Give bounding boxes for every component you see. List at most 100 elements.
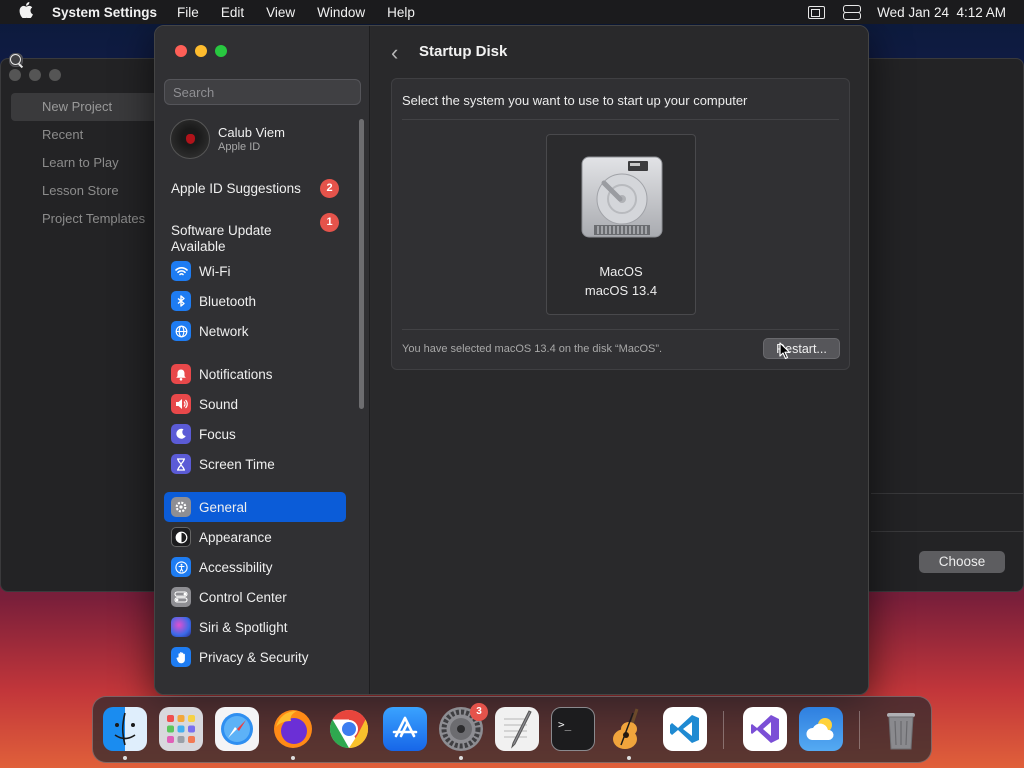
dock-weather-icon[interactable] [799,707,843,751]
dock-garageband-icon[interactable] [607,707,651,751]
apple-menu-icon[interactable] [12,1,40,23]
divider [402,329,839,330]
sidebar-item-appearance[interactable]: Appearance [164,522,346,552]
sidebar-item-label: Screen Time [199,456,275,472]
sidebar-item-software-update[interactable]: Software Update Available [171,207,272,255]
sidebar-scrollbar[interactable] [359,119,364,409]
hourglass-icon [171,454,191,474]
hard-drive-icon [581,156,663,238]
moon-icon [171,424,191,444]
app-name-menu[interactable]: System Settings [52,5,157,20]
appearance-icon [171,527,191,547]
sidebar-item-general[interactable]: General [164,492,346,522]
restart-button[interactable]: Restart... [763,338,840,359]
sidebar-item-label: Accessibility [199,559,273,575]
menu-window[interactable]: Window [317,5,365,20]
sidebar-item-label: Sound [199,396,239,412]
sidebar-item-label: General [199,499,248,515]
hand-icon [171,647,191,667]
sidebar-item-label: Wi-Fi [199,263,231,279]
mouse-cursor-icon [779,342,791,360]
dock-safari-icon[interactable] [215,707,259,751]
bg-sidebar-item-project-templates[interactable]: Project Templates [11,205,156,233]
sidebar-item-network[interactable]: Network [164,316,346,346]
settings-sidebar: Calub Viem Apple ID Apple ID Suggestions… [155,26,370,694]
dock-app-store-icon[interactable] [383,707,427,751]
avatar [170,119,210,159]
page-title: Startup Disk [419,43,508,60]
menu-edit[interactable]: Edit [221,5,244,20]
sidebar-item-notifications[interactable]: Notifications [164,359,346,389]
running-indicator [627,756,631,760]
spotlight-icon[interactable] [9,53,23,67]
notification-badge: 1 [320,213,339,232]
sidebar-item-label: Appearance [199,529,272,545]
sidebar-item-control-center[interactable]: Control Center [164,582,346,612]
bluetooth-icon [171,291,191,311]
choose-button[interactable]: Choose [919,551,1005,573]
control-center-icon [171,587,191,607]
dock-visual-studio-icon[interactable] [743,707,787,751]
sidebar-item-label: Siri & Spotlight [199,619,288,635]
menu-help[interactable]: Help [387,5,415,20]
dock-firefox-icon[interactable] [271,707,315,751]
background-window-traffic-lights [9,69,61,81]
bg-sidebar-item-recent[interactable]: Recent [11,121,156,149]
siri-icon [171,617,191,637]
running-indicator [291,756,295,760]
back-chevron-icon[interactable]: ‹ [391,40,398,66]
divider [871,531,1023,532]
screen-mirroring-icon[interactable] [808,5,826,19]
search-field[interactable] [164,79,361,147]
menubar-clock[interactable]: Wed Jan 24 4:12 AM [877,5,1006,20]
dock-chrome-icon[interactable] [327,707,371,751]
sidebar-item-accessibility[interactable]: Accessibility [164,552,346,582]
sidebar-item-apple-id-suggestions[interactable]: Apple ID Suggestions [171,181,301,196]
menu-view[interactable]: View [266,5,295,20]
sidebar-group-system: General Appearance Accessibility Control… [164,492,346,672]
close-window-button[interactable] [175,45,187,57]
bg-sidebar-item-new-project[interactable]: New Project [11,93,156,121]
disk-name: MacOS [599,264,643,279]
dock-vscode-icon[interactable] [663,707,707,751]
dock-terminal-icon[interactable]: >_ [551,707,595,751]
dock-textedit-icon[interactable] [495,707,539,751]
gear-icon [171,497,191,517]
sidebar-item-screen-time[interactable]: Screen Time [164,449,346,479]
speaker-icon [171,394,191,414]
sidebar-item-siri-spotlight[interactable]: Siri & Spotlight [164,612,346,642]
wifi-icon [171,261,191,281]
startup-disk-prompt: Select the system you want to use to sta… [402,93,748,108]
zoom-window-button[interactable] [215,45,227,57]
menu-file[interactable]: File [177,5,199,20]
background-sidebar: New Project Recent Learn to Play Lesson … [11,93,156,233]
sidebar-item-sound[interactable]: Sound [164,389,346,419]
apple-id-profile[interactable]: Calub Viem Apple ID [170,119,285,159]
startup-disk-panel: Select the system you want to use to sta… [391,78,850,370]
accessibility-icon [171,557,191,577]
sidebar-group-attention: Notifications Sound Focus Screen Time [164,359,346,479]
sidebar-item-label: Focus [199,426,236,442]
notification-badge: 2 [320,179,339,198]
sidebar-item-label: Network [199,323,249,339]
bg-sidebar-item-lesson-store[interactable]: Lesson Store [11,177,156,205]
dock-separator [723,711,724,749]
dock-finder-icon[interactable] [103,707,147,751]
dock-separator [859,711,860,749]
minimize-window-button[interactable] [195,45,207,57]
disk-version: macOS 13.4 [584,283,658,298]
dock: 3 >_ [92,696,932,763]
sidebar-item-bluetooth[interactable]: Bluetooth [164,286,346,316]
sidebar-group-network: Wi-Fi Bluetooth Network [164,256,346,346]
sidebar-item-privacy-security[interactable]: Privacy & Security [164,642,346,672]
search-input[interactable] [173,84,333,100]
bg-sidebar-item-learn-to-play[interactable]: Learn to Play [11,149,156,177]
disk-tile-macos[interactable]: MacOS macOS 13.4 [546,134,696,315]
control-center-icon[interactable] [843,5,862,20]
sidebar-item-focus[interactable]: Focus [164,419,346,449]
sidebar-item-wifi[interactable]: Wi-Fi [164,256,346,286]
dock-trash-icon[interactable] [879,707,923,751]
bell-icon [171,364,191,384]
menu-bar: System Settings File Edit View Window He… [0,0,1024,67]
dock-launchpad-icon[interactable] [159,707,203,751]
